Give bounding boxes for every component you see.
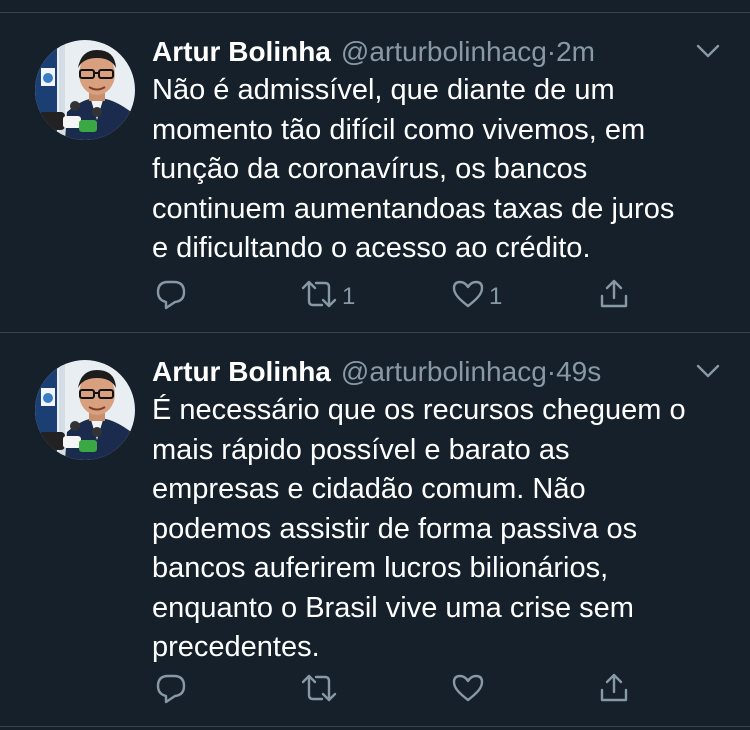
tweet-header: Artur Bolinha @arturbolinhacg·2m	[152, 35, 595, 69]
tweet-text-line: mais rápido possível e barato as	[152, 433, 570, 466]
tweet-text-line: função da coronavírus, os bancos	[152, 153, 588, 185]
reply-button[interactable]	[154, 277, 188, 317]
tweet-text-line: Não é admissível, que diante de um	[152, 74, 615, 106]
reply-button[interactable]	[154, 671, 188, 711]
like-button[interactable]	[451, 671, 485, 711]
avatar[interactable]	[35, 40, 135, 140]
display-name[interactable]: Artur Bolinha	[152, 356, 331, 387]
retweet-icon	[300, 277, 338, 318]
separator-dot: ·	[546, 36, 557, 67]
tweet-text: É necessário que os recursos cheguem o m…	[152, 391, 732, 668]
tweet-text-line: momento tão difícil como vivemos, em	[152, 113, 646, 146]
tweet-text-line: continuem aumentandoas taxas de juros	[152, 192, 675, 225]
separator-dot: ·	[546, 356, 557, 387]
tweet-header: Artur Bolinha @arturbolinhacg·49s	[152, 355, 601, 389]
like-count: 1	[489, 283, 503, 310]
chevron-down-icon[interactable]	[696, 43, 720, 59]
tweet-card[interactable]: Artur Bolinha @arturbolinhacg·49s É neces…	[0, 333, 750, 727]
tweet-text-line: precedentes.	[152, 631, 320, 663]
like-button[interactable]: 1	[451, 277, 502, 317]
share-button[interactable]	[597, 277, 631, 317]
tweet-card[interactable]: Artur Bolinha @arturbolinhacg·2m Não é ad…	[0, 13, 750, 333]
avatar[interactable]	[35, 360, 135, 460]
retweet-button[interactable]	[300, 671, 338, 711]
share-button[interactable]	[597, 671, 631, 711]
tweet-text-line: É necessário que os recursos cheguem o	[152, 394, 686, 426]
heart-icon	[451, 671, 485, 712]
chevron-down-icon[interactable]	[696, 363, 720, 379]
tweet-text-line: enquanto o Brasil vive uma crise sem	[152, 591, 634, 624]
tweet-timestamp[interactable]: 2m	[556, 36, 595, 67]
share-icon	[597, 671, 631, 712]
tweet-text-line: bancos auferirem lucros bilionários,	[152, 552, 609, 584]
reply-icon	[154, 671, 188, 712]
tweet-text-line: podemos assistir de forma passiva os	[152, 512, 638, 545]
tweet-actions: 1 1	[0, 277, 750, 317]
heart-icon	[451, 277, 485, 318]
retweet-button[interactable]: 1	[300, 277, 355, 317]
tweet-text-line: e dificultando o acesso ao crédito.	[152, 232, 591, 264]
top-divider	[0, 0, 750, 13]
tweet-text-line: empresas e cidadão comum. Não	[152, 473, 586, 505]
user-handle[interactable]: @arturbolinhacg	[341, 356, 547, 387]
share-icon	[597, 277, 631, 318]
tweet-text: Não é admissível, que diante de um momen…	[152, 71, 732, 269]
retweet-icon	[300, 671, 338, 712]
tweet-timestamp[interactable]: 49s	[556, 356, 601, 387]
display-name[interactable]: Artur Bolinha	[152, 36, 331, 67]
tweet-actions	[0, 671, 750, 711]
reply-icon	[154, 277, 188, 318]
user-handle[interactable]: @arturbolinhacg	[341, 36, 547, 67]
retweet-count: 1	[342, 283, 356, 310]
